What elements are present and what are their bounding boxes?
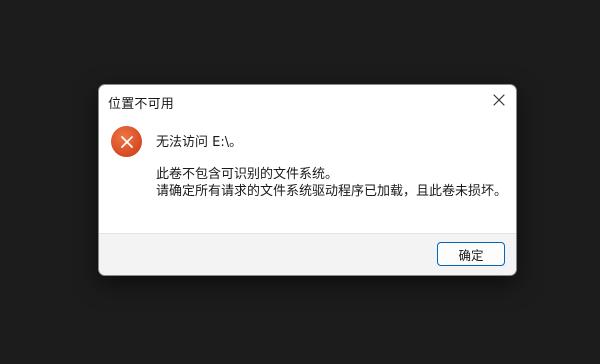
error-cross-glyph (120, 135, 133, 148)
error-dialog: 位置不可用 无法访问 E:\。 此卷不包含可识别的文件系统。 请确定所有请求的文… (98, 84, 517, 276)
close-button[interactable] (488, 89, 510, 111)
error-detail: 此卷不包含可识别的文件系统。 请确定所有请求的文件系统驱动程序已加载，且此卷未损… (156, 166, 507, 200)
dialog-titlebar: 位置不可用 (99, 85, 516, 117)
error-detail-line-2: 请确定所有请求的文件系统驱动程序已加载，且此卷未损坏。 (156, 184, 508, 199)
error-icon (111, 126, 142, 157)
dialog-title: 位置不可用 (108, 97, 175, 112)
dialog-content: 无法访问 E:\。 此卷不包含可识别的文件系统。 请确定所有请求的文件系统驱动程… (99, 117, 516, 233)
ok-button[interactable]: 确定 (437, 242, 505, 266)
close-icon (493, 94, 505, 106)
error-detail-line-1: 此卷不包含可识别的文件系统。 (156, 167, 339, 182)
dialog-footer: 确定 (99, 233, 516, 275)
error-message: 无法访问 E:\。 (156, 135, 243, 150)
